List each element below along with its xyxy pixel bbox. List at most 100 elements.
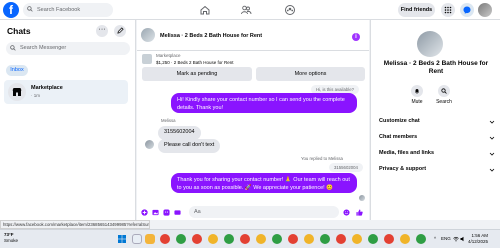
- gif-icon[interactable]: [174, 209, 181, 216]
- chrome-icon[interactable]: [368, 234, 378, 244]
- search-label: Search: [436, 99, 452, 105]
- media-files-links-section[interactable]: Media, files and links: [379, 150, 495, 160]
- find-friends-button[interactable]: Find friends: [398, 3, 435, 17]
- chrome-icon[interactable]: [384, 234, 394, 244]
- search-icon: [10, 45, 16, 51]
- browser-status-url: https://www.facebook.com/marketplace/ite…: [0, 220, 150, 229]
- search-icon: [441, 88, 447, 94]
- search-in-conversation-button[interactable]: Search: [430, 85, 458, 105]
- facebook-logo[interactable]: f: [3, 2, 19, 18]
- chat-avatar[interactable]: [141, 28, 155, 42]
- seen-avatar: [359, 195, 365, 201]
- groups-icon[interactable]: [284, 4, 296, 16]
- chrome-icon[interactable]: [224, 234, 234, 244]
- facebook-search-input[interactable]: Search Facebook: [23, 3, 113, 17]
- sender-name: Melissa: [161, 118, 176, 123]
- speaker-icon[interactable]: [460, 236, 466, 242]
- chat-title[interactable]: Melissa · 2 Beds 2 Bath House for Rent: [160, 33, 262, 39]
- outgoing-message[interactable]: Thank you for sharing your contact numbe…: [171, 173, 357, 193]
- sticker-icon[interactable]: [163, 209, 170, 216]
- search-icon: [27, 6, 33, 12]
- outgoing-message[interactable]: Hi! Kindly share your contact number so …: [171, 93, 357, 113]
- chevron-down-icon: [489, 168, 495, 172]
- chrome-icon[interactable]: [352, 234, 362, 244]
- marketplace-thumb: [8, 83, 26, 101]
- incoming-message[interactable]: Please call don't text: [158, 139, 221, 153]
- friends-icon[interactable]: [240, 4, 252, 16]
- chats-options-button[interactable]: ···: [96, 25, 108, 37]
- mute-circle: [411, 85, 423, 97]
- chat-members-section[interactable]: Chat members: [379, 134, 495, 144]
- plus-icon[interactable]: [141, 209, 148, 216]
- message-input[interactable]: Aa: [189, 206, 339, 218]
- image-icon[interactable]: [152, 209, 159, 216]
- chrome-icon[interactable]: [320, 234, 330, 244]
- chevron-down-icon: [489, 152, 495, 156]
- chrome-icon[interactable]: [272, 234, 282, 244]
- mute-label: Mute: [411, 99, 423, 105]
- like-icon[interactable]: [356, 209, 363, 216]
- chrome-icon[interactable]: [208, 234, 218, 244]
- weather-widget[interactable]: 73°F Smoke: [4, 232, 18, 244]
- language-indicator[interactable]: ENG: [441, 236, 451, 241]
- windows-taskbar: 73°F Smoke ^ ENG 1:56 AM 4/12/2025: [0, 229, 500, 248]
- chat-header: Melissa · 2 Beds 2 Bath House for Rent i: [137, 20, 369, 51]
- chats-title: Chats: [7, 26, 31, 36]
- marketplace-icon: [12, 88, 22, 96]
- incoming-message[interactable]: 3155602004: [158, 126, 201, 140]
- chrome-icon[interactable]: [288, 234, 298, 244]
- compose-icon: [116, 27, 124, 34]
- chrome-icon[interactable]: [240, 234, 250, 244]
- inbox-tab[interactable]: Inbox: [6, 65, 28, 76]
- grid-menu-icon: [444, 6, 452, 14]
- conversation-item-marketplace[interactable]: Marketplace · 1m: [4, 80, 128, 104]
- wifi-icon[interactable]: [453, 236, 459, 242]
- chrome-icon[interactable]: [336, 234, 346, 244]
- sender-avatar: [145, 140, 154, 149]
- home-icon[interactable]: [199, 4, 211, 16]
- contact-name: Melissa · 2 Beds 2 Bath House for Rent: [383, 60, 489, 75]
- chrome-icon[interactable]: [192, 234, 202, 244]
- conversation-time: · 1m: [31, 93, 40, 98]
- chrome-icon[interactable]: [176, 234, 186, 244]
- info-icon[interactable]: i: [352, 33, 360, 41]
- bell-icon: [415, 89, 419, 94]
- customize-chat-section[interactable]: Customize chat: [379, 118, 495, 128]
- section-label: Customize chat: [379, 118, 420, 124]
- chrome-icon[interactable]: [256, 234, 266, 244]
- top-navigation-bar: f Search Facebook Find friends: [0, 0, 500, 20]
- windows-start-icon[interactable]: [117, 234, 127, 244]
- mark-as-pending-button[interactable]: Mark as pending: [142, 67, 252, 81]
- chrome-icon[interactable]: [304, 234, 314, 244]
- weather-condition: Smoke: [4, 238, 19, 243]
- chat-pane: Melissa · 2 Beds 2 Bath House for Rent i…: [137, 20, 369, 220]
- listing-thumbnail: [142, 54, 152, 64]
- marketplace-label: Marketplace: [156, 53, 181, 58]
- file-explorer-icon[interactable]: [145, 234, 155, 244]
- conversation-name: Marketplace: [31, 85, 63, 91]
- message-composer: Aa: [137, 205, 369, 220]
- section-label: Chat members: [379, 134, 418, 140]
- new-message-button[interactable]: [114, 25, 126, 37]
- clock-date: 4/12/2025: [468, 239, 489, 244]
- messenger-search-input[interactable]: Search Messenger: [6, 42, 130, 55]
- mute-button[interactable]: Mute: [403, 85, 431, 105]
- chrome-icon[interactable]: [160, 234, 170, 244]
- more-options-button[interactable]: More options: [256, 67, 365, 81]
- contact-avatar[interactable]: [417, 31, 443, 57]
- chevron-up-icon[interactable]: ^: [434, 236, 436, 241]
- search-placeholder: Search Facebook: [37, 7, 81, 13]
- menu-button[interactable]: [441, 3, 455, 17]
- system-clock[interactable]: 1:56 AM 4/12/2025: [468, 233, 488, 245]
- messenger-button[interactable]: [460, 3, 474, 17]
- reply-quote: 3155602004: [329, 163, 363, 172]
- marketplace-listing-banner[interactable]: Marketplace $1,250 · 2 Beds 2 Bath House…: [137, 51, 369, 67]
- profile-avatar[interactable]: [478, 3, 492, 17]
- chrome-icon[interactable]: [400, 234, 410, 244]
- privacy-support-section[interactable]: Privacy & support: [379, 166, 495, 176]
- search-circle: [438, 85, 450, 97]
- chrome-icon[interactable]: [416, 234, 426, 244]
- search-taskbar-icon[interactable]: [132, 234, 142, 244]
- messenger-search-placeholder: Search Messenger: [20, 45, 67, 51]
- emoji-icon[interactable]: [343, 209, 350, 216]
